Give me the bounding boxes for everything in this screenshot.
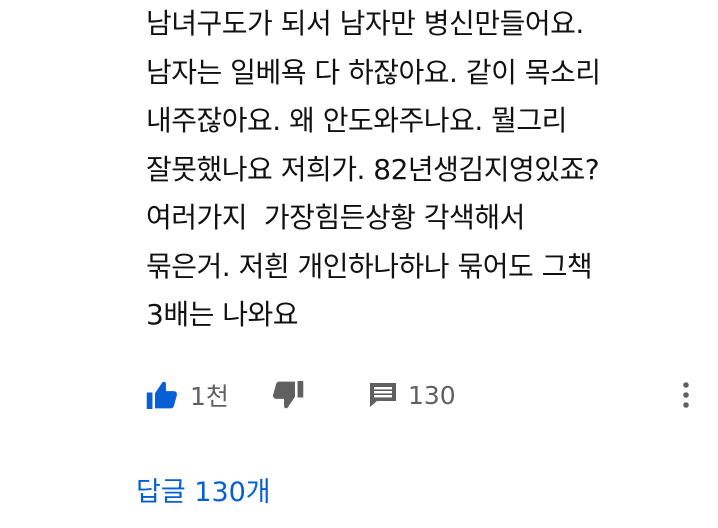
view-replies-link[interactable]: 답글 130개: [136, 470, 271, 509]
thumbs-down-icon: [272, 381, 304, 409]
more-vertical-icon: [683, 382, 689, 408]
reply-count: 130: [408, 380, 456, 410]
comment-line: 3배는 나와요: [146, 298, 299, 331]
dislike-button[interactable]: [272, 372, 304, 418]
like-count: 1천: [190, 382, 229, 411]
reply-button[interactable]: 130: [370, 372, 456, 418]
comment-action-bar: 1천 130: [146, 372, 702, 418]
comment-line: 묶은거. 저흰 개인하나하나 묶어도 그책: [146, 249, 593, 283]
comment-line: 내주잖아요. 왜 안도와주나요. 뭘그리: [146, 104, 567, 137]
comment-icon: [370, 383, 396, 407]
comment-line: 잘못했나요 저희가. 82년생김지영있죠?: [146, 152, 600, 186]
comment-line: 남녀구도가 되서 남자만 병신만들어요.: [146, 7, 584, 40]
more-options-button[interactable]: [676, 372, 696, 418]
like-button[interactable]: 1천: [146, 372, 229, 418]
thumbs-up-icon: [146, 381, 178, 409]
comment-line: 남자는 일베욕 다 하잖아요. 같이 목소리: [146, 55, 601, 89]
comment-line: 여러가지 가장힘든상황 각색해서: [146, 201, 525, 234]
comment-body: 남녀구도가 되서 남자만 병신만들어요. 남자는 일베욕 다 하잖아요. 같이 …: [146, 0, 706, 340]
